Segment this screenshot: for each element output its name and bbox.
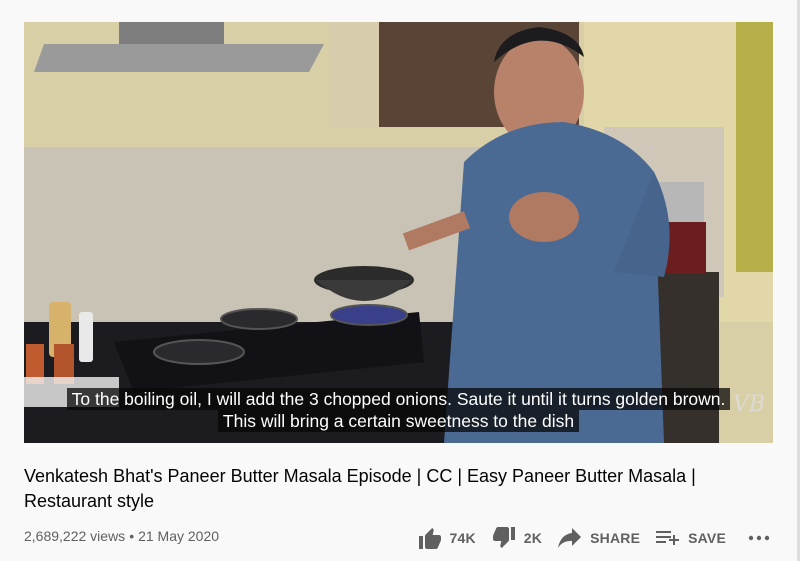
like-count: 74K — [449, 530, 476, 546]
view-count: 2,689,222 views — [24, 528, 126, 544]
meta-separator: • — [129, 528, 135, 544]
like-button[interactable]: 74K — [418, 527, 476, 549]
caption-line-2: This will bring a certain sweetness to t… — [217, 410, 580, 432]
dislike-button[interactable]: 2K — [492, 527, 542, 549]
share-label: SHARE — [590, 530, 641, 546]
video-frame — [24, 22, 773, 443]
video-actions: 74K 2K SHARE SAVE — [418, 527, 771, 549]
video-player[interactable]: VB To the boiling oil, I will add the 3 … — [24, 22, 773, 443]
save-label: SAVE — [688, 530, 726, 546]
video-meta: 2,689,222 views • 21 May 2020 — [24, 528, 219, 544]
caption-line-1: To the boiling oil, I will add the 3 cho… — [66, 388, 731, 410]
share-button[interactable]: SHARE — [558, 528, 640, 548]
more-actions-button[interactable] — [748, 535, 770, 541]
more-horiz-icon — [748, 535, 770, 541]
closed-captions: To the boiling oil, I will add the 3 cho… — [24, 388, 773, 432]
dislike-count: 2K — [523, 530, 543, 546]
thumbs-down-icon — [492, 527, 515, 548]
playlist-add-icon — [656, 531, 680, 545]
thumbs-up-icon — [418, 528, 441, 549]
video-title: Venkatesh Bhat's Paneer Butter Masala Ep… — [24, 466, 696, 511]
save-button[interactable]: SAVE — [656, 528, 726, 548]
share-arrow-icon — [558, 528, 582, 548]
publish-date: 21 May 2020 — [138, 528, 220, 544]
